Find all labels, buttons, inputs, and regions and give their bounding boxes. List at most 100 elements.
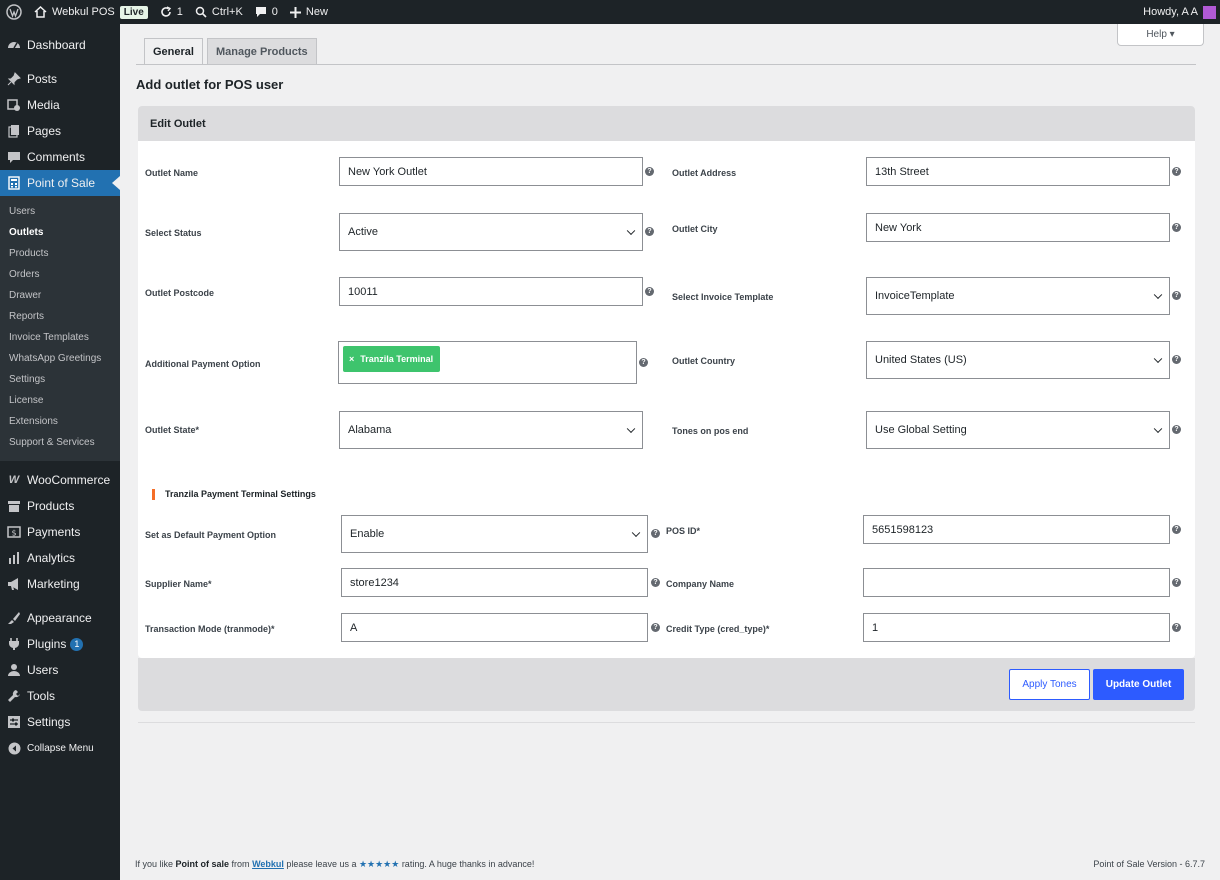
site-name-link[interactable]: Webkul POS Live xyxy=(28,0,154,24)
menu-comments[interactable]: Comments xyxy=(0,144,120,170)
menu-media[interactable]: Media xyxy=(0,92,120,118)
menu-appearance[interactable]: Appearance xyxy=(0,605,120,631)
rating-stars-link[interactable]: ★★★★★ xyxy=(359,859,399,869)
submenu-users[interactable]: Users xyxy=(0,201,120,222)
menu-plugins[interactable]: Plugins 1 xyxy=(0,631,120,657)
postcode-help-icon[interactable]: ? xyxy=(645,287,654,296)
outlet-name-label: Outlet Name xyxy=(145,168,199,178)
home-icon xyxy=(34,6,47,18)
supplier-name-input[interactable]: store1234 xyxy=(341,568,648,597)
tab-manage-products[interactable]: Manage Products xyxy=(206,38,317,65)
submenu-drawer[interactable]: Drawer xyxy=(0,285,120,306)
menu-tools-label: Tools xyxy=(27,689,56,703)
webkul-link[interactable]: Webkul xyxy=(252,859,284,869)
additional-payment-help-icon[interactable]: ? xyxy=(639,358,648,367)
search-shortcut: Ctrl+K xyxy=(211,6,243,18)
menu-posts[interactable]: Posts xyxy=(0,66,120,92)
pos-id-input[interactable]: 5651598123 xyxy=(863,515,1170,544)
address-help-icon[interactable]: ? xyxy=(1172,167,1181,176)
update-outlet-button[interactable]: Update Outlet xyxy=(1093,669,1184,700)
apply-tones-button[interactable]: Apply Tones xyxy=(1009,669,1090,700)
tranzila-section-title: Tranzila Payment Terminal Settings xyxy=(152,489,316,500)
outlet-name-input[interactable]: New York Outlet xyxy=(339,157,643,186)
outlet-state-select[interactable]: Alabama xyxy=(339,411,643,449)
company-name-input[interactable] xyxy=(863,568,1170,597)
tranmode-input[interactable]: A xyxy=(341,613,648,642)
menu-analytics[interactable]: Analytics xyxy=(0,545,120,571)
menu-products[interactable]: Products xyxy=(0,493,120,519)
footer-from: from xyxy=(229,859,253,869)
menu-pages[interactable]: Pages xyxy=(0,118,120,144)
menu-dashboard[interactable]: Dashboard xyxy=(0,32,120,58)
outlet-address-input[interactable]: 13th Street xyxy=(866,157,1170,186)
footer-middle: please leave us a xyxy=(283,859,359,869)
wordpress-logo-button[interactable] xyxy=(0,0,28,24)
status-select[interactable]: Active xyxy=(339,213,643,251)
comments-link[interactable]: 0 xyxy=(249,0,284,24)
tones-select[interactable]: Use Global Setting xyxy=(866,411,1170,449)
help-button[interactable]: Help ▾ xyxy=(1117,24,1204,46)
pos-id-help-icon[interactable]: ? xyxy=(1172,525,1181,534)
invoice-template-help-icon[interactable]: ? xyxy=(1172,291,1181,300)
outlet-country-label: Outlet Country xyxy=(672,356,735,366)
menu-point-of-sale[interactable]: Point of Sale xyxy=(0,170,120,196)
submenu-outlets[interactable]: Outlets xyxy=(0,222,120,243)
submenu-extensions[interactable]: Extensions xyxy=(0,411,120,432)
collapse-menu-button[interactable]: Collapse Menu xyxy=(0,735,120,761)
tabs-divider xyxy=(136,64,1196,65)
chevron-down-icon xyxy=(631,528,641,538)
menu-marketing[interactable]: Marketing xyxy=(0,571,120,597)
plugins-update-badge: 1 xyxy=(70,637,84,651)
status-select-value: Active xyxy=(348,226,378,238)
collapse-icon xyxy=(7,741,21,755)
cred-type-input[interactable]: 1 xyxy=(863,613,1170,642)
updates-link[interactable]: 1 xyxy=(154,0,189,24)
additional-payment-label: Additional Payment Option xyxy=(145,359,261,369)
tranmode-help-icon[interactable]: ? xyxy=(651,623,660,632)
invoice-template-select[interactable]: InvoiceTemplate xyxy=(866,277,1170,315)
menu-users[interactable]: Users xyxy=(0,657,120,683)
submenu-invoice-templates[interactable]: Invoice Templates xyxy=(0,327,120,348)
outlet-postcode-label: Outlet Postcode xyxy=(145,288,215,298)
menu-payments[interactable]: $ Payments xyxy=(0,519,120,545)
additional-payment-multiselect[interactable]: × Tranzila Terminal xyxy=(338,341,637,384)
supplier-help-icon[interactable]: ? xyxy=(651,578,660,587)
submenu-whatsapp-greetings[interactable]: WhatsApp Greetings xyxy=(0,348,120,369)
edit-outlet-panel: Edit Outlet Outlet Name New York Outlet … xyxy=(138,106,1195,658)
my-account[interactable]: Howdy, A A xyxy=(1137,0,1220,24)
default-payment-select[interactable]: Enable xyxy=(341,515,648,553)
menu-woocommerce[interactable]: W WooCommerce xyxy=(0,467,120,493)
new-content-link[interactable]: New xyxy=(284,0,334,24)
invoice-template-value: InvoiceTemplate xyxy=(875,290,955,302)
company-help-icon[interactable]: ? xyxy=(1172,578,1181,587)
outlet-name-help-icon[interactable]: ? xyxy=(645,167,654,176)
city-help-icon[interactable]: ? xyxy=(1172,223,1181,232)
outlet-postcode-input[interactable]: 10011 xyxy=(339,277,643,306)
submenu-settings[interactable]: Settings xyxy=(0,369,120,390)
cred-type-help-icon[interactable]: ? xyxy=(1172,623,1181,632)
chip-remove-icon[interactable]: × xyxy=(349,354,354,364)
tones-label: Tones on pos end xyxy=(672,426,749,436)
menu-settings[interactable]: Settings xyxy=(0,709,120,735)
submenu-support-services[interactable]: Support & Services xyxy=(0,432,120,453)
submenu-orders[interactable]: Orders xyxy=(0,264,120,285)
tab-general[interactable]: General xyxy=(144,38,203,65)
page-title: Add outlet for POS user xyxy=(136,77,284,92)
outlet-country-select[interactable]: United States (US) xyxy=(866,341,1170,379)
default-payment-help-icon[interactable]: ? xyxy=(651,529,660,538)
user-icon xyxy=(7,663,21,677)
invoice-template-label: Select Invoice Template xyxy=(672,292,774,302)
country-help-icon[interactable]: ? xyxy=(1172,355,1181,364)
submenu-products[interactable]: Products xyxy=(0,243,120,264)
outlet-country-value: United States (US) xyxy=(875,354,967,366)
submenu-license[interactable]: License xyxy=(0,390,120,411)
command-search[interactable]: Ctrl+K xyxy=(189,0,249,24)
menu-appearance-label: Appearance xyxy=(27,611,92,625)
chevron-down-icon xyxy=(1153,354,1163,364)
tones-help-icon[interactable]: ? xyxy=(1172,425,1181,434)
comments-icon xyxy=(7,150,21,164)
submenu-reports[interactable]: Reports xyxy=(0,306,120,327)
status-help-icon[interactable]: ? xyxy=(645,227,654,236)
menu-tools[interactable]: Tools xyxy=(0,683,120,709)
outlet-city-input[interactable]: New York xyxy=(866,213,1170,242)
